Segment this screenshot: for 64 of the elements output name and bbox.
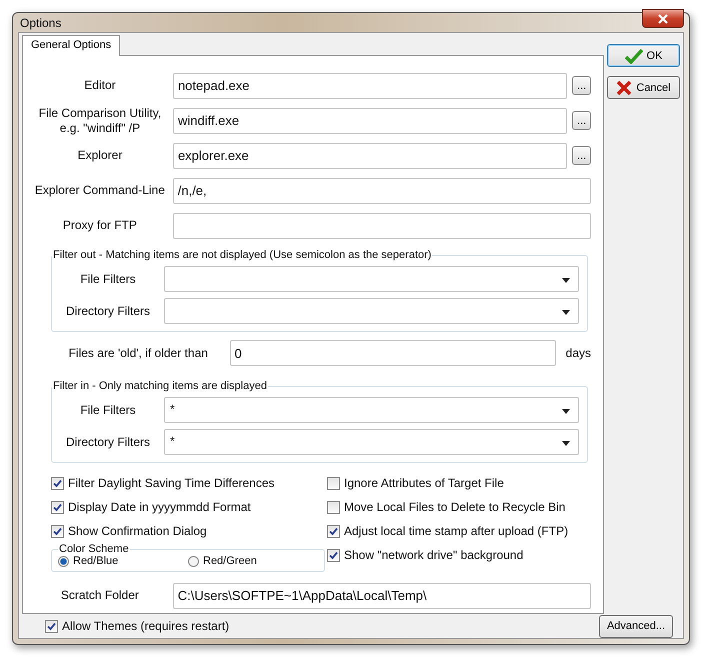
caret-icon <box>562 409 570 414</box>
field-label: File Filters <box>79 403 137 417</box>
field-label: Explorer <box>76 148 124 163</box>
radio-option[interactable]: Red/Blue <box>58 555 188 567</box>
text-field[interactable]: /n,/e, <box>172 178 591 204</box>
field-label: Explorer Command-Line <box>34 183 166 198</box>
advanced-button[interactable]: Advanced... <box>599 614 673 638</box>
checkbox[interactable] <box>327 524 340 538</box>
browse-button[interactable]: ... <box>572 111 591 130</box>
check-icon <box>53 526 62 536</box>
check-icon <box>47 622 56 630</box>
checkbox[interactable] <box>51 476 64 490</box>
caret-icon <box>562 310 570 315</box>
checkbox-label: Allow Themes (requires restart) <box>62 619 230 633</box>
cross-icon <box>616 80 632 96</box>
checkbox[interactable] <box>51 500 64 514</box>
field-label: Files are 'old', if older than <box>68 346 209 360</box>
dropdown[interactable]: * <box>164 429 579 455</box>
checkbox-label: Show "network drive" background <box>344 548 524 562</box>
folder-field[interactable]: C:\Users\SOFTPE~1\AppData\Local\Temp\ <box>172 582 591 608</box>
checkbox-label: Show Confirmation Dialog <box>68 524 207 538</box>
text-field[interactable]: explorer.exe <box>172 142 568 168</box>
checkbox-label: Move Local Files to Delete to Recycle Bin <box>344 500 566 514</box>
checkbox[interactable] <box>45 620 58 632</box>
checkbox-label: Ignore Attributes of Target File <box>344 476 504 490</box>
caret-icon <box>562 278 570 283</box>
close-button[interactable] <box>642 9 684 28</box>
check-icon <box>624 48 643 64</box>
field-label: Proxy for FTP <box>62 218 138 233</box>
text-field[interactable]: windiff.exe <box>172 108 568 134</box>
tab[interactable]: General Options <box>22 35 120 56</box>
checkbox[interactable] <box>327 548 340 562</box>
check-icon <box>53 502 62 512</box>
group-title: Color Scheme <box>58 543 130 555</box>
checkbox[interactable] <box>327 500 340 514</box>
close-icon <box>657 14 669 24</box>
checkbox-label: Filter Daylight Saving Time Differences <box>68 476 275 490</box>
unit-label: days <box>566 346 591 360</box>
check-icon <box>53 478 62 488</box>
field-label: Directory Filters <box>64 304 151 318</box>
group-title: Filter in - Only matching items are displayed <box>52 380 268 392</box>
check-icon <box>329 526 338 536</box>
browse-button[interactable]: ... <box>572 76 591 95</box>
check-icon <box>329 550 338 560</box>
checkbox-label: Adjust local time stamp after upload (FTP) <box>344 524 568 538</box>
checkbox[interactable] <box>51 524 64 538</box>
caret-icon <box>562 441 570 446</box>
field-label: File Comparison Utility, e.g. "windiff" /P <box>38 106 162 136</box>
field-label: Scratch Folder <box>60 588 140 603</box>
checkbox[interactable] <box>327 476 340 490</box>
field-label: File Filters <box>79 272 137 286</box>
field-label: Directory Filters <box>64 435 151 449</box>
browse-button[interactable]: ... <box>572 146 591 165</box>
window-title: Options <box>19 16 62 30</box>
cancel-button[interactable]: Cancel <box>607 76 680 99</box>
radio-option[interactable]: Red/Green <box>188 555 318 567</box>
days-field[interactable]: 0 <box>230 340 556 366</box>
dropdown[interactable]: * <box>164 397 579 423</box>
field-label: Editor <box>83 78 117 93</box>
ok-button[interactable]: OK <box>607 44 680 67</box>
checkbox-label: Display Date in yyyymmdd Format <box>68 500 251 514</box>
text-field[interactable]: notepad.exe <box>172 72 568 98</box>
group-title: Filter out - Matching items are not displayed (Use semicolon as the seperator) <box>52 249 432 261</box>
text-field[interactable] <box>172 212 591 238</box>
